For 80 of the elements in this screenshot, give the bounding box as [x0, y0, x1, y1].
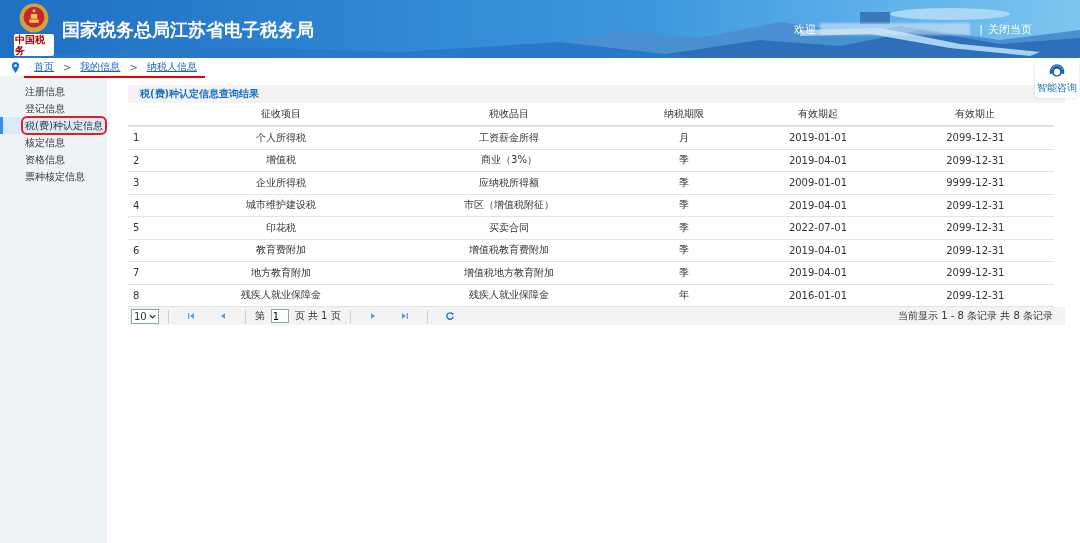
table-cell: 教育费附加 [256, 244, 307, 256]
table-cell: 9999-12-31 [946, 177, 1005, 189]
location-pin-icon [11, 61, 20, 73]
table-cell: 增值税教育费附加 [468, 244, 549, 256]
table-cell: 季 [679, 244, 690, 256]
column-header: 纳税期限 [664, 108, 705, 119]
table-cell: 残疾人就业保障金 [468, 289, 549, 301]
table-cell: 地方教育附加 [251, 266, 312, 278]
sidebar-item[interactable]: 核定信息 [0, 134, 107, 151]
table-cell: 3 [133, 177, 140, 189]
table-cell: 季 [679, 176, 690, 188]
assistant-button[interactable]: 智能咨询 [1035, 60, 1079, 98]
table-cell: 工资薪金所得 [478, 131, 539, 143]
table-cell: 市区（增值税附征） [463, 199, 554, 211]
table-cell: 2099-12-31 [946, 199, 1005, 211]
table-cell: 2019-04-01 [788, 154, 847, 166]
breadcrumb-link[interactable]: 纳税人信息 [146, 60, 197, 74]
table-cell: 季 [679, 154, 690, 166]
table-cell: 残疾人就业保障金 [241, 289, 322, 301]
table-cell: 应纳税所得额 [478, 176, 539, 188]
table-cell: 2099-12-31 [946, 132, 1005, 144]
caret-icon [148, 313, 156, 319]
sidebar-item[interactable]: 登记信息 [0, 100, 107, 117]
page-prefix: 第 [254, 309, 265, 323]
last-page-icon[interactable] [399, 311, 410, 321]
column-header: 税收品目 [488, 108, 529, 119]
breadcrumb-separator: > [129, 61, 138, 73]
page-number-field[interactable]: 1 [270, 309, 289, 323]
table-cell: 城市维护建设税 [246, 199, 317, 211]
table-cell: 2009-01-01 [788, 177, 847, 189]
table-cell: 1 [133, 132, 140, 144]
table-cell: 4 [133, 199, 140, 211]
table-cell: 5 [133, 222, 140, 234]
site-title: 国家税务总局江苏省电子税务局 [62, 18, 314, 42]
emblem-icon [18, 2, 50, 34]
table-cell: 2019-04-01 [788, 244, 847, 256]
table-cell: 年 [679, 289, 690, 301]
table-cell: 印花税 [266, 221, 297, 233]
sidebar-item[interactable]: 资格信息 [0, 151, 107, 168]
table-cell: 8 [133, 289, 140, 301]
column-header: 有效期起 [797, 108, 838, 119]
table-cell: 买卖合同 [488, 221, 529, 233]
table-cell: 商业（3%） [481, 154, 537, 166]
table-cell: 2016-01-01 [788, 289, 847, 301]
breadcrumb-link[interactable]: 首页 [34, 60, 54, 74]
table-cell: 2099-12-31 [946, 244, 1005, 256]
table-cell: 2099-12-31 [946, 154, 1005, 166]
record-summary: 当前显示 1 - 8 条记录 共 8 条记录 [898, 309, 1053, 323]
table-cell: 季 [679, 199, 690, 211]
sidebar-item[interactable]: 注册信息 [0, 83, 107, 100]
table-cell: 企业所得税 [256, 176, 307, 188]
table-cell: 6 [133, 244, 140, 256]
first-page-icon[interactable] [185, 311, 196, 321]
table-cell: 增值税 [266, 154, 297, 166]
table-cell: 2019-04-01 [788, 267, 847, 279]
table-cell: 2099-12-31 [946, 267, 1005, 279]
table-cell: 增值税地方教育附加 [463, 266, 554, 278]
refresh-icon[interactable] [444, 311, 455, 321]
welcome-text: 欢迎 [794, 21, 817, 37]
column-header: 征收项目 [261, 108, 302, 119]
column-header: 有效期止 [955, 108, 996, 119]
table-cell: 季 [679, 221, 690, 233]
table-cell: 个人所得税 [256, 131, 307, 143]
table-cell: 2099-12-31 [946, 222, 1005, 234]
table-cell: 2 [133, 154, 140, 166]
logo-caption: 中国税务 [14, 34, 54, 56]
table-cell: 2019-01-01 [788, 132, 847, 144]
sidebar-item[interactable]: 票种核定信息 [0, 168, 107, 185]
sidebar-item[interactable]: 税(费)种认定信息 [0, 117, 107, 134]
separator: | [979, 22, 983, 36]
page-total: 页 共 1 页 [294, 309, 341, 323]
table-cell: 7 [133, 267, 140, 279]
breadcrumb-link[interactable]: 我的信息 [80, 60, 121, 74]
table-cell: 2022-07-01 [788, 222, 847, 234]
table-cell: 2019-04-01 [788, 199, 847, 211]
table-cell: 季 [679, 266, 690, 278]
table-cell: 月 [679, 131, 690, 143]
page-size-select[interactable]: 10 [131, 308, 159, 324]
breadcrumb-separator: > [63, 61, 72, 73]
table-cell: 2099-12-31 [946, 289, 1005, 301]
